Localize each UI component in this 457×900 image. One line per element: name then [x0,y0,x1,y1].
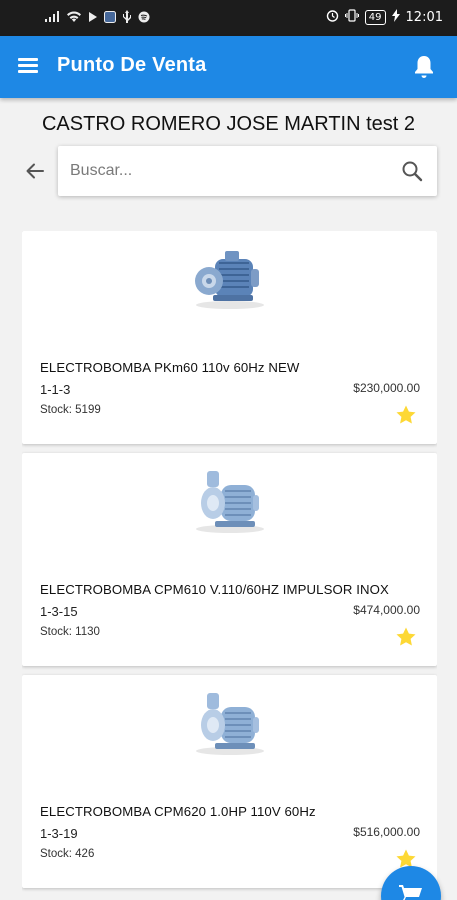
play-icon [88,11,98,26]
product-list: ELECTROBOMBA PKm60 110v 60Hz NEW 1-1-3 $… [22,231,437,900]
product-price: $474,000.00 [353,603,420,617]
alarm-icon [326,9,339,26]
vibrate-icon [344,9,359,26]
status-right-icons: 49 12:01 [326,9,443,26]
product-code: 1-3-15 [40,604,78,619]
bell-icon[interactable] [411,53,437,81]
app-bar: Punto De Venta [0,36,457,98]
search-icon[interactable] [401,160,423,182]
battery-level: 49 [364,10,386,25]
app-title: Punto De Venta [57,54,207,76]
cart-icon [397,882,425,900]
client-name: CASTRO ROMERO JOSE MARTIN test 2 [41,113,416,135]
product-price: $516,000.00 [353,825,420,839]
charging-icon [391,9,400,26]
status-time: 12:01 [405,10,443,25]
product-stock: Stock: 5199 [40,404,101,416]
menu-icon[interactable] [18,54,44,80]
product-card[interactable]: ELECTROBOMBA PKm60 110v 60Hz NEW 1-1-3 $… [22,231,437,444]
status-left-icons [44,10,150,26]
spotify-icon [138,11,150,26]
pump-icon [185,245,271,313]
product-code: 1-1-3 [40,382,71,397]
product-code: 1-3-19 [40,826,78,841]
usb-icon [122,10,132,26]
search-box [58,146,437,196]
product-name: ELECTROBOMBA CPM610 V.110/60HZ IMPULSOR … [40,582,389,597]
wifi-icon [66,11,82,26]
status-bar: 49 12:01 [0,0,457,36]
product-name: ELECTROBOMBA CPM620 1.0HP 110V 60Hz [40,804,316,819]
product-card[interactable]: ELECTROBOMBA CPM610 V.110/60HZ IMPULSOR … [22,453,437,666]
back-arrow-icon[interactable] [22,158,48,184]
product-price: $230,000.00 [353,381,420,395]
product-stock: Stock: 426 [40,848,95,860]
app-icon [104,10,116,26]
product-stock: Stock: 1130 [40,626,100,638]
star-icon[interactable] [395,404,417,426]
search-input[interactable] [70,158,390,184]
pump-icon [185,689,271,757]
signal-icon [44,10,60,26]
product-card[interactable]: ELECTROBOMBA CPM620 1.0HP 110V 60Hz 1-3-… [22,675,437,888]
product-name: ELECTROBOMBA PKm60 110v 60Hz NEW [40,360,300,375]
star-icon[interactable] [395,626,417,648]
pump-icon [185,467,271,535]
